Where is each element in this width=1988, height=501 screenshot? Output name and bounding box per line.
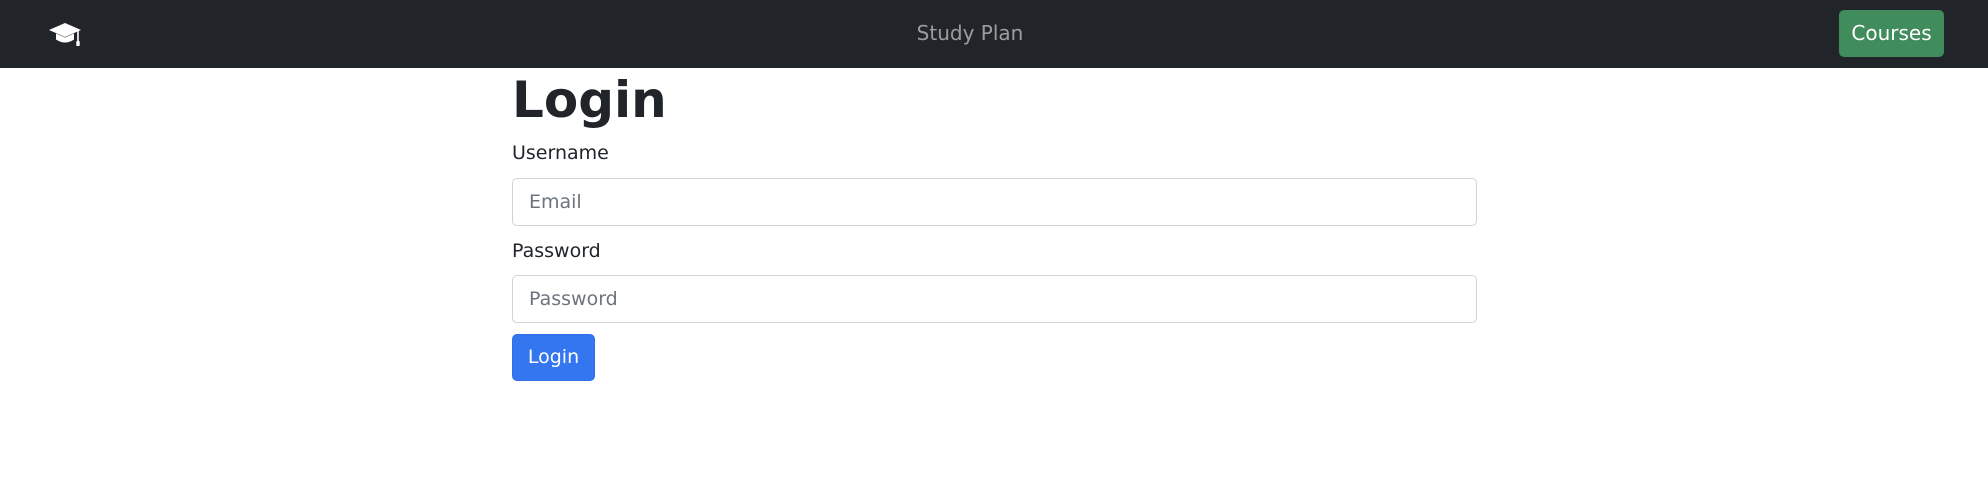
password-label: Password [512, 240, 601, 262]
courses-button[interactable]: Courses [1839, 10, 1944, 57]
password-input[interactable] [512, 275, 1477, 323]
username-label: Username [512, 142, 609, 164]
navbar: Study Plan Courses [0, 0, 1988, 68]
navbar-title[interactable]: Study Plan [0, 0, 1940, 66]
login-button[interactable]: Login [512, 334, 595, 381]
page-title: Login [512, 71, 667, 129]
username-input[interactable] [512, 178, 1477, 226]
